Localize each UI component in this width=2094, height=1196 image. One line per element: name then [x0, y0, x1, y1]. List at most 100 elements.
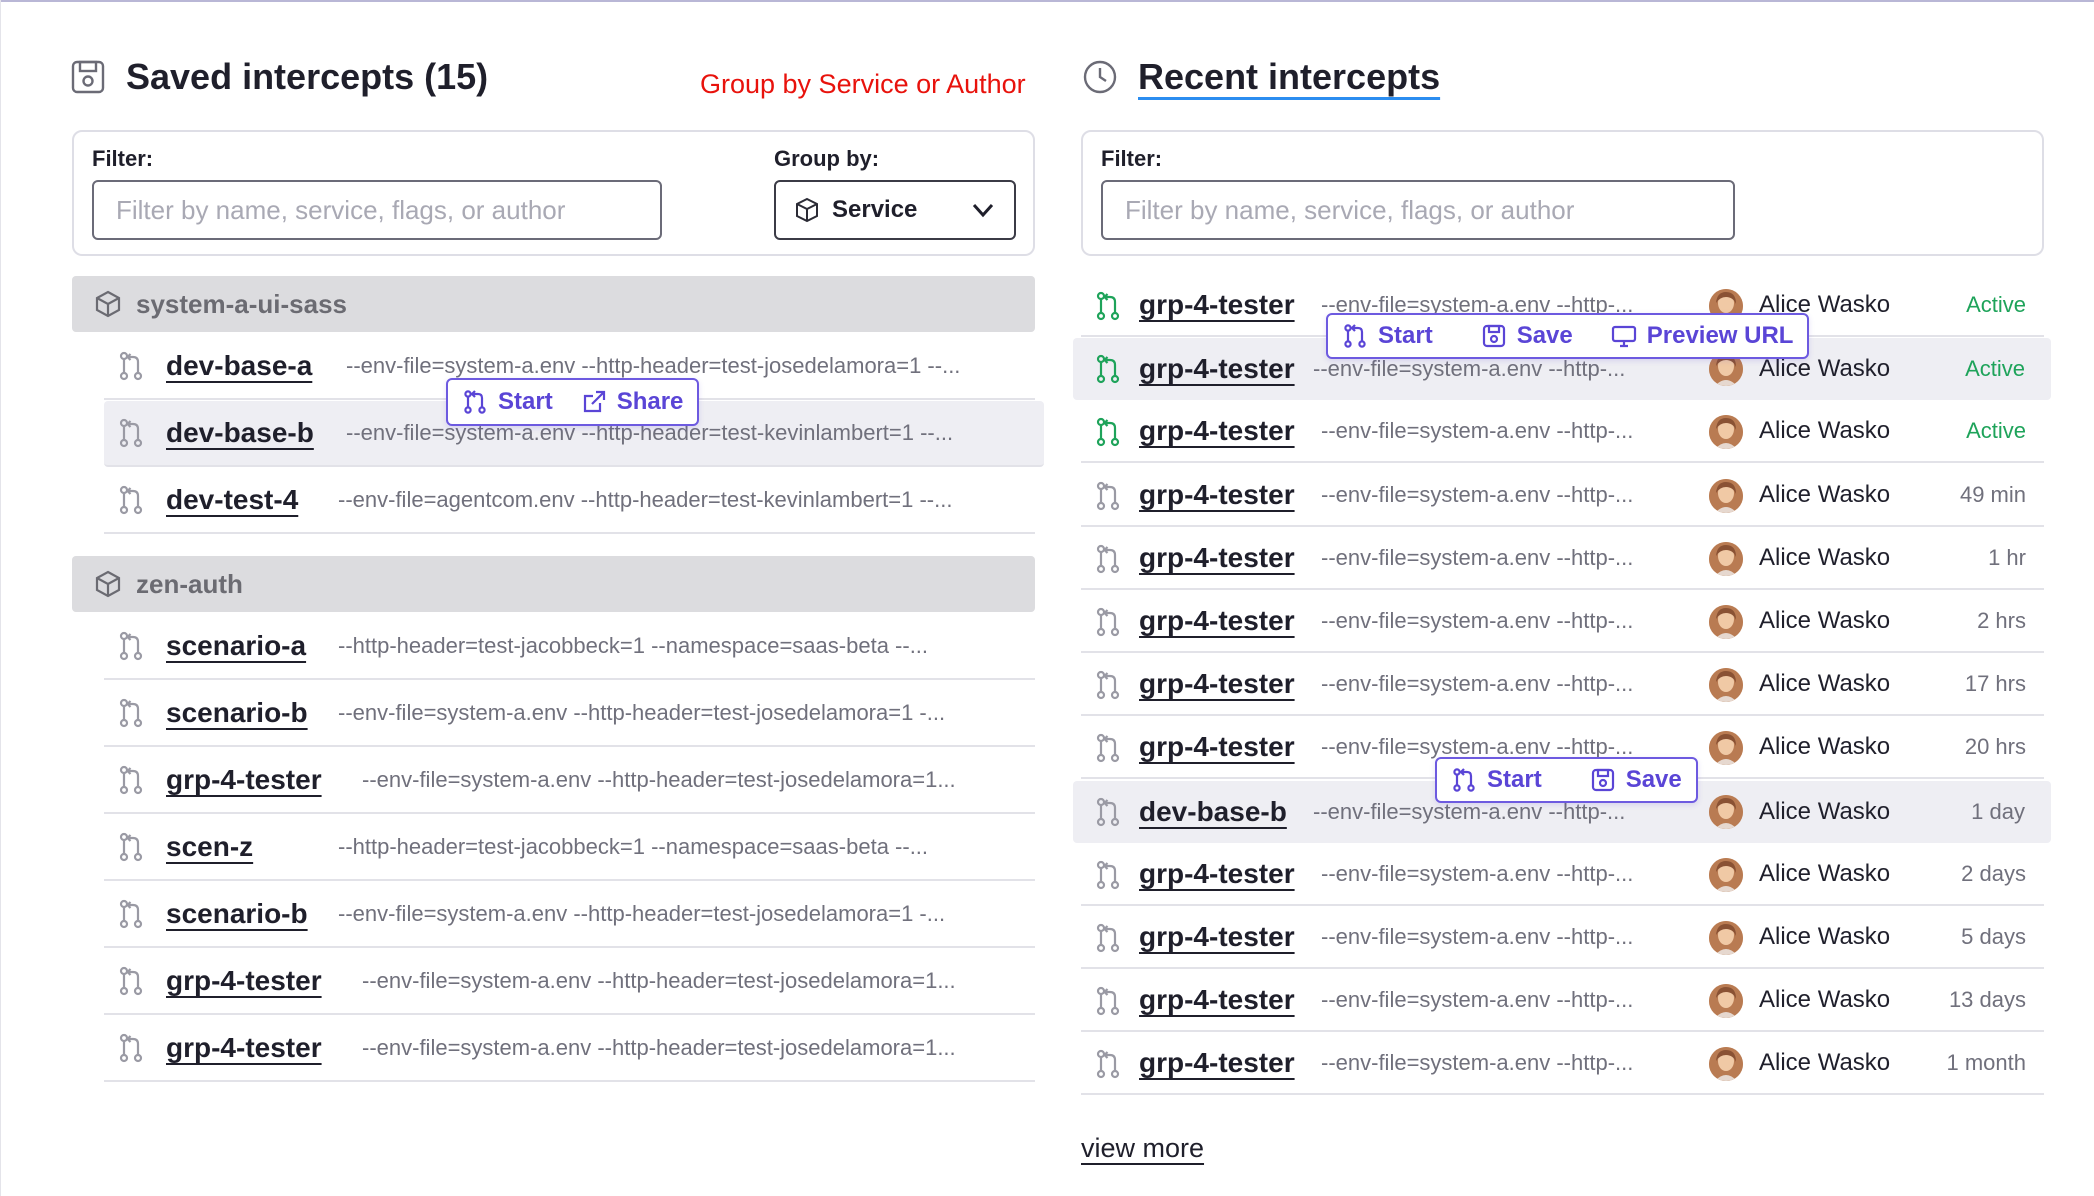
saved-intercept-row[interactable]: scenario-b --env-file=system-a.env --http…: [104, 882, 1035, 948]
intercept-flags: --http-header=test-jacobbeck=1 --namespa…: [338, 633, 929, 658]
status-text: 2 hrs: [1977, 608, 2026, 633]
intercept-name[interactable]: grp-4-tester: [1139, 605, 1295, 637]
save-button[interactable]: Save: [1467, 315, 1587, 357]
intercept-flags: --env-file=agentcom.env --http-header=te…: [338, 487, 953, 512]
intercept-name[interactable]: grp-4-tester: [1139, 731, 1295, 763]
recent-filter-input[interactable]: Filter by name, service, flags, or autho…: [1101, 180, 1735, 240]
saved-intercept-row[interactable]: grp-4-tester --env-file=system-a.env --ht…: [104, 748, 1035, 814]
intercept-icon: [1095, 797, 1121, 827]
intercept-name[interactable]: dev-base-a: [166, 350, 312, 382]
git-pull-icon: [464, 390, 486, 414]
intercept-icon: [118, 485, 144, 515]
saved-filter-label: Filter:: [92, 146, 154, 171]
recent-intercept-row[interactable]: grp-4-tester --env-file=system-a.env --ht…: [1081, 654, 2044, 716]
intercept-name[interactable]: grp-4-tester: [1139, 668, 1295, 700]
preview-url-button[interactable]: Preview URL: [1597, 315, 1808, 357]
intercept-icon: [1095, 986, 1121, 1016]
avatar: [1709, 542, 1743, 576]
saved-intercept-row[interactable]: scenario-b --env-file=system-a.env --http…: [104, 681, 1035, 747]
recent-header: Recent intercepts: [1082, 56, 1440, 98]
intercept-name[interactable]: scenario-b: [166, 697, 308, 729]
intercept-icon: [1095, 733, 1121, 763]
intercept-name[interactable]: dev-test-4: [166, 484, 298, 516]
intercept-icon: [118, 698, 144, 728]
avatar: [1709, 984, 1743, 1018]
status-text: 17 hrs: [1964, 671, 2026, 696]
avatar: [1709, 1047, 1743, 1081]
save-disk-icon: [71, 60, 105, 94]
service-group-header[interactable]: zen-auth: [72, 556, 1035, 612]
author-name: Alice Wasko: [1759, 923, 1891, 950]
author-name: Alice Wasko: [1759, 670, 1891, 697]
status-text: Active: [1965, 356, 2025, 381]
recent-intercept-row[interactable]: grp-4-tester --env-file=system-a.env --ht…: [1081, 465, 2044, 527]
author-name: Alice Wasko: [1759, 986, 1891, 1013]
author-name: Alice Wasko: [1759, 798, 1891, 825]
save-disk-icon: [1591, 768, 1614, 792]
external-link-icon: [583, 390, 605, 413]
intercept-icon: [1095, 607, 1121, 637]
intercept-name[interactable]: scenario-a: [166, 630, 306, 662]
intercept-name[interactable]: grp-4-tester: [166, 1032, 322, 1064]
intercept-name[interactable]: grp-4-tester: [1139, 415, 1295, 447]
intercept-flags: --env-file=system-a.env --http-...: [1321, 482, 1634, 507]
intercept-icon: [118, 351, 144, 381]
intercept-icon: [118, 765, 144, 795]
group-by-select[interactable]: Service: [774, 180, 1016, 240]
intercept-name[interactable]: scen-z: [166, 831, 253, 863]
left-border: [0, 0, 1, 1196]
recent-intercept-row[interactable]: grp-4-tester --env-file=system-a.env --ht…: [1081, 907, 2044, 969]
author-name: Alice Wasko: [1759, 860, 1891, 887]
avatar: [1709, 668, 1743, 702]
intercept-flags: --env-file=system-a.env --http-...: [1321, 1050, 1634, 1075]
saved-intercept-row[interactable]: scen-z --http-header=test-jacobbeck=1 --n…: [104, 815, 1035, 881]
intercept-name[interactable]: grp-4-tester: [1139, 542, 1295, 574]
intercept-name[interactable]: dev-base-b: [166, 417, 314, 449]
box-icon: [94, 570, 122, 598]
intercept-flags: --env-file=system-a.env --http-...: [1313, 356, 1626, 381]
avatar: [1709, 921, 1743, 955]
intercept-name[interactable]: scenario-b: [166, 898, 308, 930]
intercept-flags: --env-file=system-a.env --http-...: [1321, 987, 1634, 1012]
intercept-name[interactable]: grp-4-tester: [1139, 353, 1295, 385]
intercept-icon: [118, 418, 144, 448]
service-group-header[interactable]: system-a-ui-sass: [72, 276, 1035, 332]
intercept-icon: [118, 832, 144, 862]
intercept-name[interactable]: grp-4-tester: [166, 764, 322, 796]
saved-filter-input[interactable]: Filter by name, service, flags, or autho…: [92, 180, 662, 240]
intercept-name[interactable]: grp-4-tester: [1139, 921, 1295, 953]
view-more-link[interactable]: view more: [1081, 1133, 1204, 1164]
recent-intercept-row[interactable]: grp-4-tester --env-file=system-a.env --ht…: [1081, 970, 2044, 1032]
save-disk-icon: [1482, 324, 1505, 348]
intercept-name[interactable]: grp-4-tester: [1139, 984, 1295, 1016]
start-button[interactable]: Start: [1437, 759, 1556, 801]
intercept-icon: [1095, 291, 1121, 321]
intercept-name[interactable]: grp-4-tester: [166, 965, 322, 997]
intercept-icon: [118, 899, 144, 929]
saved-intercept-row[interactable]: scenario-a --http-header=test-jacobbeck=1…: [104, 614, 1035, 680]
recent-intercept-row[interactable]: grp-4-tester --env-file=system-a.env --ht…: [1081, 591, 2044, 653]
share-button[interactable]: Share: [567, 380, 698, 424]
author-name: Alice Wasko: [1759, 1049, 1891, 1076]
recent-intercept-row[interactable]: grp-4-tester --env-file=system-a.env --ht…: [1081, 1033, 2044, 1095]
author-name: Alice Wasko: [1759, 355, 1891, 382]
intercept-icon: [1095, 1049, 1121, 1079]
recent-title[interactable]: Recent intercepts: [1138, 56, 1440, 98]
recent-intercept-row[interactable]: grp-4-tester --env-file=system-a.env --ht…: [1081, 401, 2044, 463]
intercept-name[interactable]: grp-4-tester: [1139, 289, 1295, 321]
intercept-name[interactable]: grp-4-tester: [1139, 479, 1295, 511]
intercept-flags: --env-file=system-a.env --http-header=te…: [362, 767, 956, 792]
start-button[interactable]: Start: [1328, 315, 1447, 357]
saved-intercept-row[interactable]: grp-4-tester --env-file=system-a.env --ht…: [104, 949, 1035, 1015]
save-button[interactable]: Save: [1576, 759, 1696, 801]
start-button[interactable]: Start: [448, 380, 567, 424]
recent-intercept-row[interactable]: grp-4-tester --env-file=system-a.env --ht…: [1081, 844, 2044, 906]
saved-intercept-row[interactable]: dev-test-4 --env-file=agentcom.env --http…: [104, 468, 1035, 534]
intercept-name[interactable]: grp-4-tester: [1139, 1047, 1295, 1079]
intercept-name[interactable]: grp-4-tester: [1139, 858, 1295, 890]
recent-intercept-row[interactable]: grp-4-tester --env-file=system-a.env --ht…: [1081, 528, 2044, 590]
box-icon: [796, 197, 818, 223]
intercept-name[interactable]: dev-base-b: [1139, 796, 1287, 828]
intercept-flags: --http-header=test-jacobbeck=1 --namespa…: [338, 834, 929, 859]
saved-intercept-row[interactable]: grp-4-tester --env-file=system-a.env --ht…: [104, 1016, 1035, 1082]
